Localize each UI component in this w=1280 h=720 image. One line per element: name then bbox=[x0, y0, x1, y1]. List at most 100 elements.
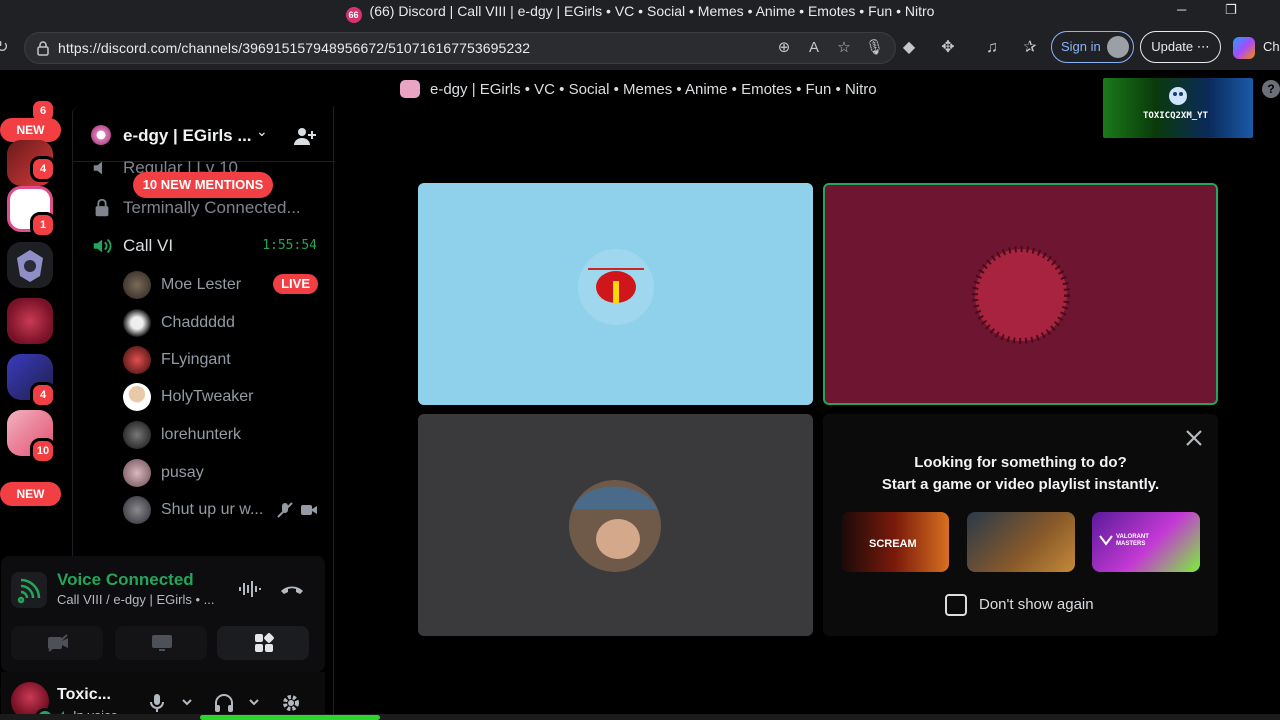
favorite-star-icon[interactable]: ☆ bbox=[835, 39, 853, 57]
new-unread-pill[interactable]: NEW bbox=[0, 118, 61, 142]
chevron-down-icon[interactable] bbox=[181, 696, 193, 708]
avatar bbox=[123, 271, 151, 299]
voice-member[interactable]: lorehunterk bbox=[123, 418, 318, 452]
channel-terminally-connected[interactable]: Terminally Connected... bbox=[91, 194, 321, 222]
guild-badge: 4 bbox=[30, 156, 56, 182]
video-tile[interactable] bbox=[418, 183, 813, 405]
activity-game-cozy[interactable] bbox=[967, 512, 1075, 572]
profile-avatar-icon bbox=[1107, 36, 1129, 58]
guild-badge: 4 bbox=[30, 382, 56, 408]
new-unread-pill[interactable]: NEW bbox=[0, 482, 61, 506]
close-icon[interactable] bbox=[1184, 428, 1204, 448]
svg-text:VALORANT: VALORANT bbox=[1116, 534, 1149, 540]
microphone-icon[interactable] bbox=[147, 693, 167, 713]
activity-game-valorant[interactable]: VALORANT MASTERS bbox=[1092, 512, 1200, 572]
noise-suppression-icon[interactable] bbox=[237, 577, 261, 601]
username[interactable]: Toxic... bbox=[57, 686, 111, 704]
minimize-icon[interactable]: ─ bbox=[1177, 2, 1186, 17]
address-bar[interactable]: https://discord.com/channels/39691515794… bbox=[24, 32, 896, 64]
help-icon[interactable]: ? bbox=[1262, 80, 1280, 98]
discord-app: e-dgy | EGirls • VC • Social • Memes • A… bbox=[0, 70, 1280, 720]
extension-diamond-icon[interactable]: ◆ bbox=[899, 38, 919, 58]
server-title-bar: e-dgy | EGirls • VC • Social • Memes • A… bbox=[400, 80, 877, 98]
activities-icon bbox=[255, 633, 274, 652]
screen-share-button[interactable] bbox=[115, 626, 207, 660]
browser-titlebar: 66 (66) Discord | Call VIII | e-dgy | EGi… bbox=[0, 0, 1280, 24]
avatar bbox=[123, 346, 151, 374]
media-icon[interactable]: ♫ bbox=[982, 38, 1002, 58]
channel-name: Call VI bbox=[123, 236, 174, 255]
connection-signal-icon[interactable] bbox=[11, 572, 47, 608]
avatar bbox=[569, 480, 661, 572]
disconnect-icon[interactable] bbox=[279, 577, 305, 601]
live-badge: LIVE bbox=[273, 274, 318, 294]
game-thumbnail: VALORANTMASTERS bbox=[1099, 534, 1149, 547]
voice-member[interactable]: Moe Lester LIVE bbox=[123, 268, 318, 302]
update-label: Update bbox=[1151, 39, 1194, 54]
server-icon-3[interactable] bbox=[7, 242, 53, 288]
server-name: e-dgy | EGirls ... bbox=[123, 126, 252, 145]
voice-member[interactable]: FLyingant bbox=[123, 343, 318, 377]
video-tile-speaking[interactable] bbox=[823, 183, 1218, 405]
favorites-icon[interactable]: ✰ bbox=[1020, 38, 1040, 58]
gear-icon[interactable] bbox=[281, 693, 301, 713]
member-name: lorehunterk bbox=[161, 426, 242, 443]
member-name: Moe Lester bbox=[161, 276, 242, 293]
voice-member[interactable]: HolyTweaker bbox=[123, 380, 318, 414]
voice-member[interactable]: Shut up ur w... bbox=[123, 493, 318, 527]
overlay-channel-name: TOXICQ2XM_YT bbox=[1143, 111, 1209, 121]
screen-share-icon bbox=[152, 635, 172, 651]
avatar bbox=[123, 309, 151, 337]
shield-icon bbox=[17, 250, 43, 282]
server-icon-4[interactable] bbox=[7, 298, 53, 344]
voice-status: Voice Connected bbox=[57, 570, 194, 589]
speaker-icon bbox=[93, 238, 112, 254]
progress-indicator bbox=[200, 715, 380, 720]
headphones-icon[interactable] bbox=[214, 693, 234, 713]
zoom-icon[interactable]: ⊕ bbox=[775, 39, 793, 57]
window-title: 66 (66) Discord | Call VIII | e-dgy | EGi… bbox=[0, 3, 1280, 23]
stream-video bbox=[578, 249, 654, 325]
speaker-icon bbox=[93, 161, 102, 175]
lock-icon bbox=[95, 198, 109, 217]
voice-channel-path[interactable]: Call VIII / e-dgy | EGirls • ... bbox=[57, 592, 214, 607]
read-aloud-icon[interactable]: A bbox=[805, 39, 823, 57]
mic-icon[interactable]: 🎙 bbox=[865, 39, 884, 57]
dont-show-label[interactable]: Don't show again bbox=[979, 596, 1094, 613]
voice-member[interactable]: Chaddddd bbox=[123, 306, 318, 340]
call-timer: 1:55:54 bbox=[262, 238, 317, 253]
activity-suggestion-card: Looking for something to do? Start a gam… bbox=[823, 414, 1218, 636]
activity-subheading: Start a game or video playlist instantly… bbox=[881, 476, 1160, 493]
copilot-icon[interactable] bbox=[1233, 37, 1255, 59]
sign-in-label: Sign in bbox=[1061, 39, 1101, 54]
server-title-text: e-dgy | EGirls • VC • Social • Memes • A… bbox=[430, 80, 877, 98]
dont-show-checkbox[interactable] bbox=[945, 594, 967, 616]
invite-people-icon[interactable] bbox=[293, 124, 317, 148]
extensions-puzzle-icon[interactable]: ✥ bbox=[938, 38, 958, 58]
bottom-strip bbox=[0, 714, 1280, 720]
activity-game-scream[interactable]: SCREAM bbox=[841, 512, 949, 572]
camera-off-button[interactable] bbox=[11, 626, 103, 660]
lock-icon bbox=[37, 41, 49, 56]
game-thumbnail: SCREAM bbox=[869, 538, 917, 550]
server-badge-icon bbox=[91, 125, 111, 145]
activities-button[interactable] bbox=[217, 626, 309, 660]
update-button[interactable]: Update ⋯ bbox=[1140, 31, 1221, 63]
chevron-down-icon[interactable] bbox=[248, 696, 260, 708]
camera-off-icon bbox=[48, 634, 68, 652]
restore-icon[interactable]: ❐ bbox=[1225, 2, 1237, 18]
channel-name: Terminally Connected... bbox=[123, 198, 301, 217]
user-panel: Toxic... In voice bbox=[1, 672, 325, 720]
streamer-overlay: TOXICQ2XM_YT bbox=[1103, 78, 1253, 138]
channel-call-vi[interactable]: Call VI 1:55:54 bbox=[91, 232, 321, 260]
svg-text:MASTERS: MASTERS bbox=[1116, 541, 1145, 547]
voice-member[interactable]: pusay bbox=[123, 456, 318, 490]
refresh-icon[interactable]: ↻ bbox=[0, 38, 12, 58]
member-name: Shut up ur w... bbox=[161, 501, 264, 518]
svg-text:SCREAM: SCREAM bbox=[869, 538, 917, 550]
sign-in-button[interactable]: Sign in bbox=[1051, 31, 1134, 63]
window-title-text: (66) Discord | Call VIII | e-dgy | EGirl… bbox=[369, 3, 935, 19]
video-tile[interactable] bbox=[418, 414, 813, 636]
voice-connected-panel: Voice Connected Call VIII / e-dgy | EGir… bbox=[1, 556, 325, 672]
avatar bbox=[123, 496, 151, 524]
